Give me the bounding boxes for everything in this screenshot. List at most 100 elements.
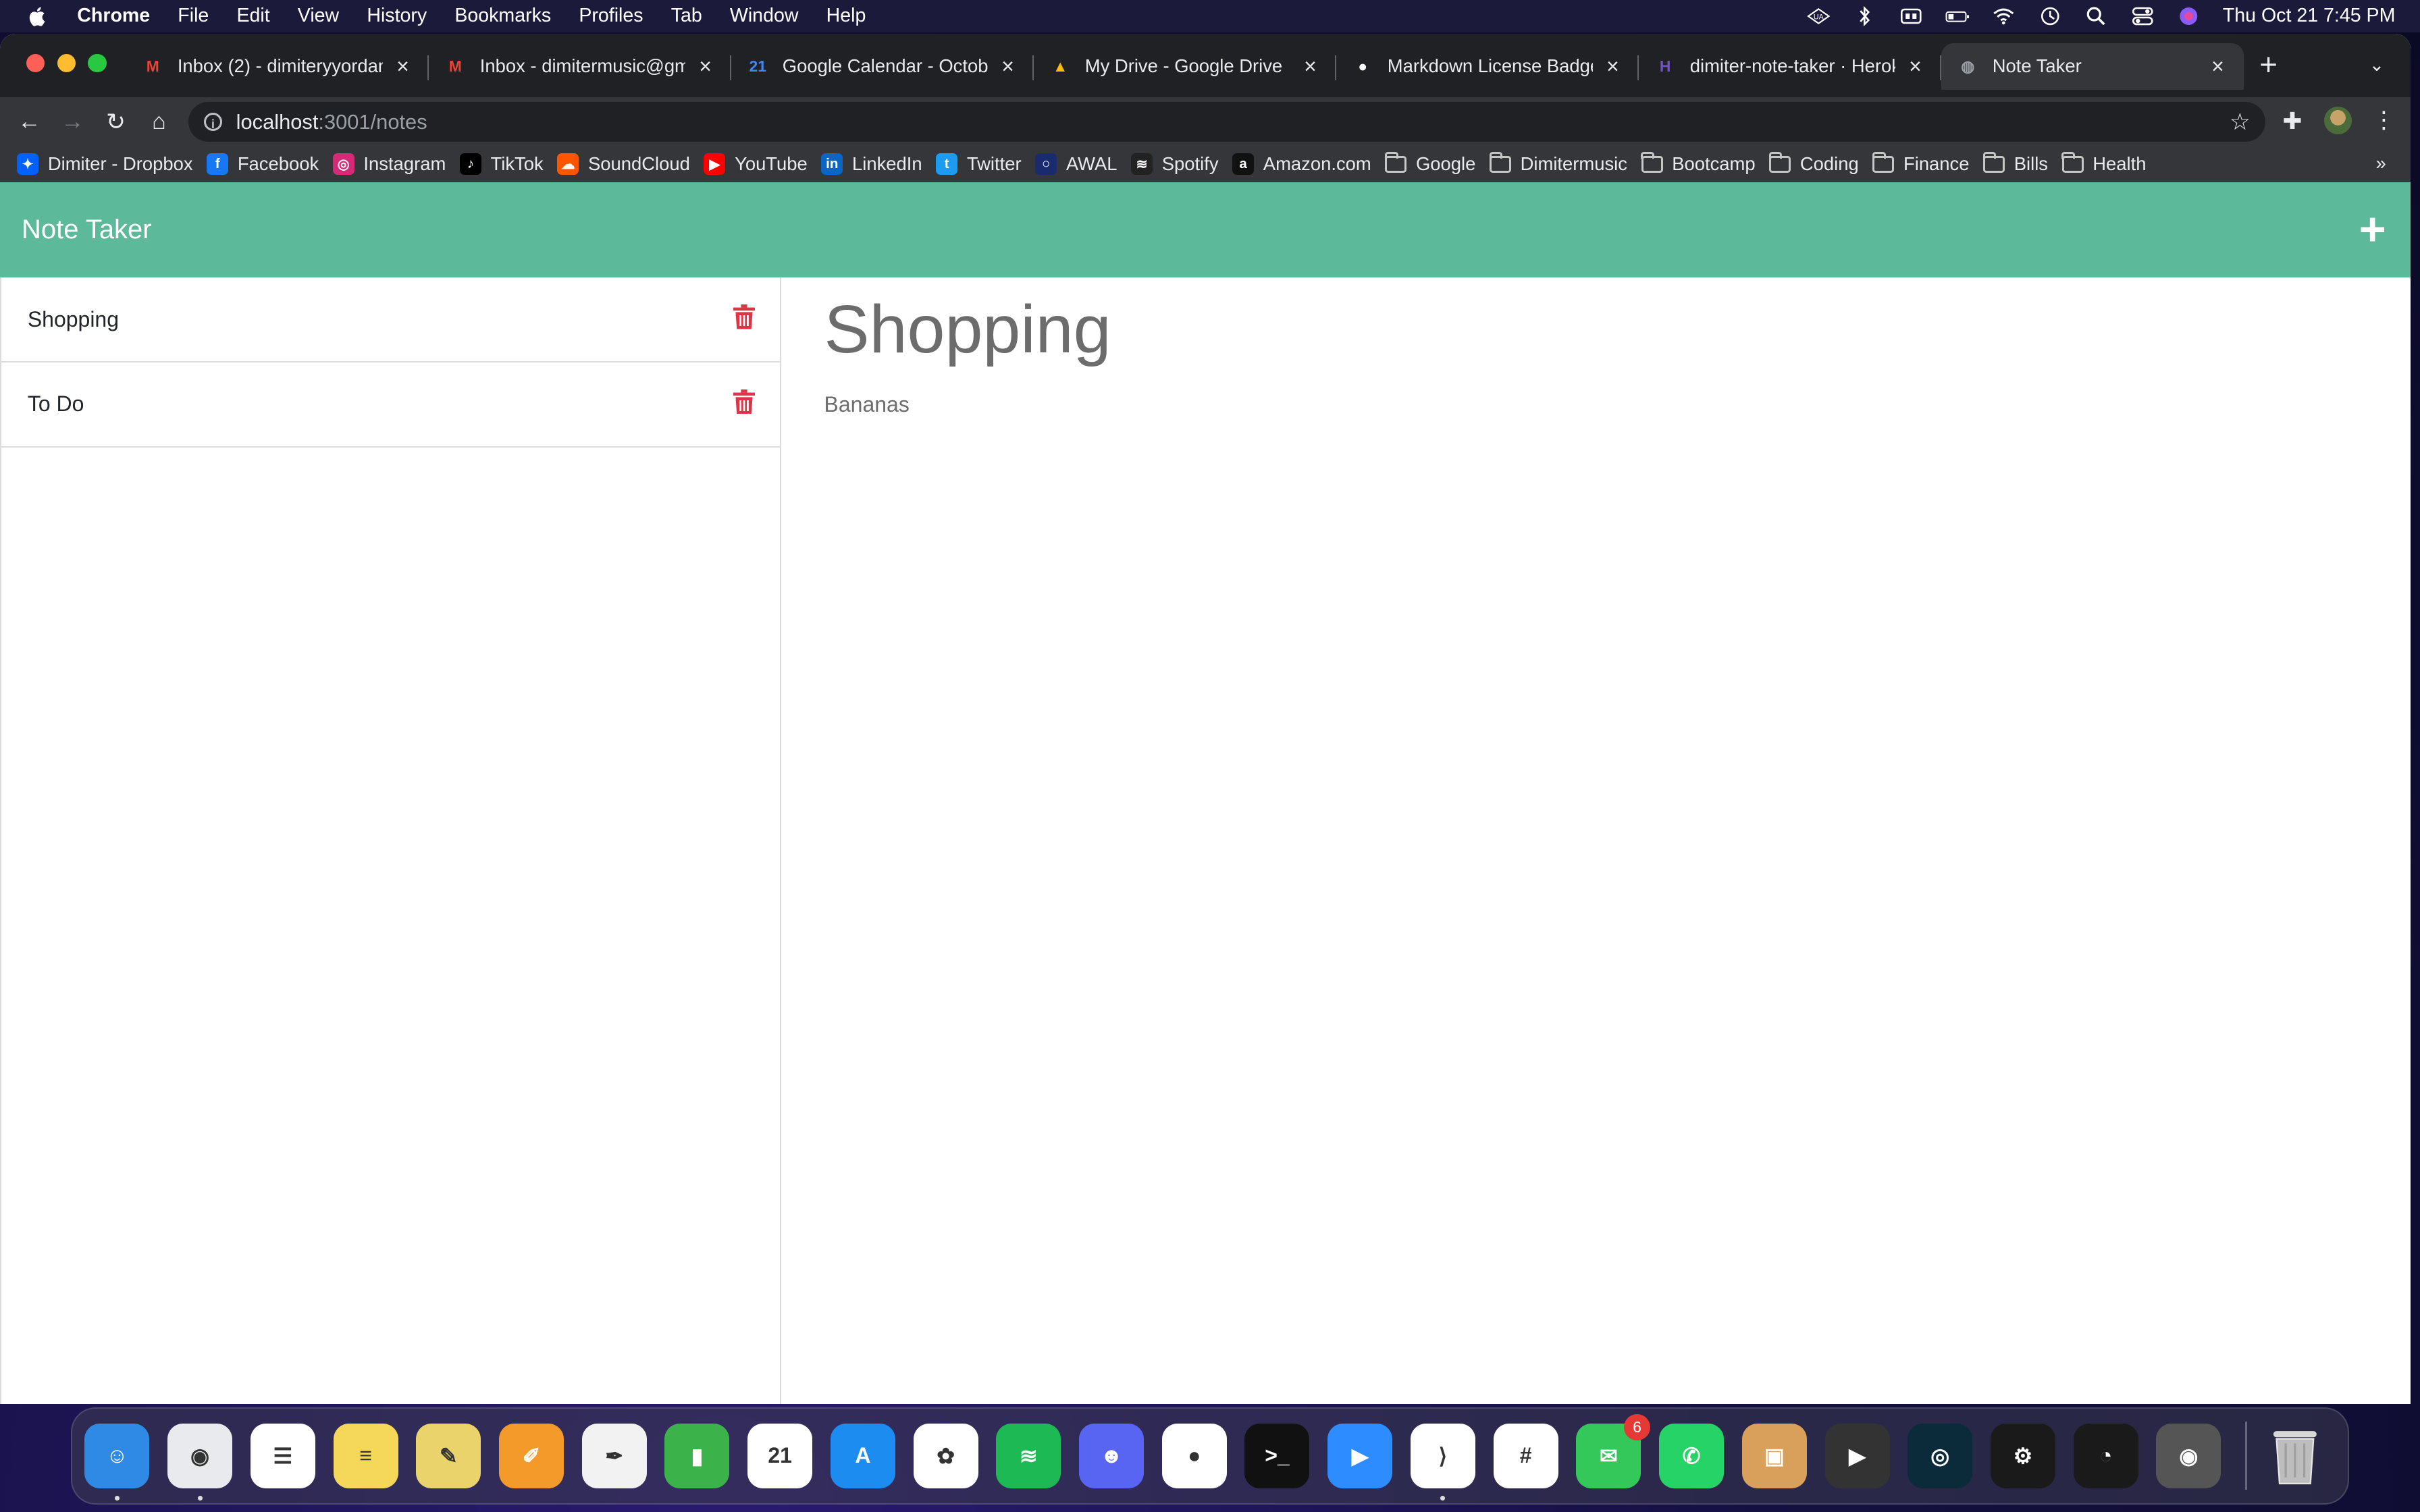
zoom-icon[interactable]: ▶	[1327, 1423, 1393, 1488]
discord-icon[interactable]: ☻	[1079, 1423, 1145, 1488]
app-title[interactable]: Note Taker	[22, 215, 152, 245]
bookmark-item[interactable]: ☁ SoundCloud	[557, 153, 690, 176]
battery-icon[interactable]	[1945, 5, 1970, 27]
site-info-icon[interactable]: i	[203, 112, 223, 132]
bookmark-folder[interactable]: Health	[2061, 151, 2146, 175]
keyboard-icon[interactable]	[1899, 5, 1924, 27]
apple-icon[interactable]	[25, 4, 50, 29]
browser-tab[interactable]: ● Markdown License Badges f ×	[1336, 43, 1639, 90]
notes-icon[interactable]: ≡	[333, 1423, 398, 1488]
menu-help[interactable]: Help	[826, 5, 866, 27]
browser-tab[interactable]: M Inbox (2) - dimiteryyordanov ×	[126, 43, 429, 90]
time-machine-icon[interactable]	[2038, 5, 2063, 27]
browser-tab[interactable]: ◍ Note Taker ×	[1941, 43, 2244, 90]
forward-arrow-icon[interactable]: →	[59, 108, 86, 136]
bookmark-item[interactable]: in LinkedIn	[821, 153, 922, 176]
minimize-window-button[interactable]	[57, 53, 76, 73]
numbers-icon[interactable]: ▮	[664, 1423, 730, 1488]
browser-tab[interactable]: Hdimiter-note-taker · Heroku ×	[1639, 43, 1942, 90]
preview-icon[interactable]: ▣	[1741, 1423, 1807, 1488]
more-menu-icon[interactable]: ⋮	[2372, 107, 2395, 134]
new-tab-button[interactable]: +	[2259, 49, 2278, 80]
note-list-item[interactable]: To Do	[1, 362, 780, 448]
trash-icon[interactable]	[2262, 1424, 2327, 1488]
browser-tab[interactable]: 21 Google Calendar - October ×	[731, 43, 1034, 90]
extensions-puzzle-icon[interactable]: ✚	[2283, 108, 2303, 135]
control-center-icon[interactable]	[2130, 5, 2155, 27]
menu-edit[interactable]: Edit	[236, 5, 269, 27]
tab-close-icon[interactable]: ×	[1300, 55, 1321, 77]
menu-file[interactable]: File	[178, 5, 209, 27]
wifi-icon[interactable]	[1991, 5, 2016, 27]
tab-close-icon[interactable]: ×	[1905, 55, 1926, 77]
menubar-clock[interactable]: Thu Oct 21 7:45 PM	[2223, 5, 2396, 27]
menu-window[interactable]: Window	[730, 5, 799, 27]
bookmark-folder[interactable]: Google	[1384, 151, 1475, 175]
vscode-icon[interactable]: ⟩	[1410, 1423, 1475, 1501]
whatsapp-icon[interactable]: ✆	[1659, 1423, 1725, 1488]
ua-meter-icon[interactable]: ◔	[2073, 1423, 2138, 1488]
app-store-icon[interactable]: A	[830, 1423, 895, 1488]
bookmark-item[interactable]: ≋ Spotify	[1131, 153, 1219, 176]
terminal-icon[interactable]: >_	[1244, 1423, 1310, 1488]
moon-app-icon[interactable]: ●	[1161, 1423, 1227, 1488]
more-bookmarks-icon[interactable]: »	[2375, 153, 2386, 174]
menu-view[interactable]: View	[298, 5, 339, 27]
final-cut-icon[interactable]: ▶	[1824, 1423, 1890, 1488]
reminders-icon[interactable]: ☰	[250, 1423, 315, 1488]
bookmark-item[interactable]: ○ AWAL	[1035, 153, 1117, 176]
tab-close-icon[interactable]: ×	[1602, 55, 1624, 77]
note-list-item[interactable]: Shopping	[1, 277, 780, 363]
home-icon[interactable]: ⌂	[145, 108, 173, 136]
browser-tab[interactable]: ▲ My Drive - Google Drive ×	[1034, 43, 1337, 90]
bookmark-item[interactable]: f Facebook	[207, 153, 319, 176]
note-title-input[interactable]: Shopping	[824, 292, 2368, 367]
finder-icon[interactable]: ☺	[84, 1423, 150, 1501]
bookmark-item[interactable]: ✦ Dimiter - Dropbox	[17, 153, 193, 176]
bookmark-folder[interactable]: Bootcamp	[1641, 151, 1756, 175]
zoom-window-button[interactable]	[88, 53, 107, 73]
note-text-area[interactable]: Bananas	[824, 392, 2368, 417]
profile-avatar[interactable]	[2324, 106, 2352, 134]
back-arrow-icon[interactable]: ←	[16, 108, 43, 136]
bookmark-item[interactable]: a Amazon.com	[1232, 153, 1371, 176]
textedit-icon[interactable]: ✒	[581, 1423, 647, 1488]
calendar-icon[interactable]: 21	[747, 1423, 813, 1488]
delete-note-trash-icon[interactable]	[733, 304, 755, 335]
bookmark-folder[interactable]: Bills	[1982, 151, 2048, 175]
spotify-icon[interactable]: ≋	[996, 1423, 1061, 1488]
tab-close-icon[interactable]: ×	[695, 55, 716, 77]
menu-bookmarks[interactable]: Bookmarks	[454, 5, 551, 27]
new-note-plus-icon[interactable]: +	[2359, 206, 2386, 253]
close-window-button[interactable]	[26, 53, 45, 73]
menu-history[interactable]: History	[367, 5, 427, 27]
menu-tab[interactable]: Tab	[671, 5, 702, 27]
tab-search-icon[interactable]: ⌄	[2369, 54, 2385, 76]
bookmark-item[interactable]: t Twitter	[936, 153, 1022, 176]
bookmark-folder[interactable]: Dimitermusic	[1489, 151, 1627, 175]
menu-profiles[interactable]: Profiles	[579, 5, 643, 27]
address-bar[interactable]: i localhost:3001/notes ☆	[188, 101, 2266, 142]
slack-icon[interactable]: #	[1493, 1423, 1558, 1488]
tab-close-icon[interactable]: ×	[2207, 55, 2228, 77]
spotlight-search-icon[interactable]	[2084, 5, 2109, 27]
browser-tab[interactable]: M Inbox - dimitermusic@gmail ×	[429, 43, 732, 90]
pages-icon[interactable]: ✐	[499, 1423, 564, 1488]
siri-icon[interactable]	[2176, 5, 2201, 27]
bluetooth-icon[interactable]	[1852, 5, 1877, 27]
bookmark-item[interactable]: ▶ YouTube	[704, 153, 808, 176]
bookmark-folder[interactable]: Finance	[1872, 151, 1970, 175]
tab-close-icon[interactable]: ×	[997, 55, 1019, 77]
messages-icon[interactable]: ✉ 6	[1576, 1413, 1651, 1488]
waveform-app-icon[interactable]: ◎	[1908, 1423, 1973, 1488]
bookmark-item[interactable]: ♪ TikTok	[459, 153, 544, 176]
delete-note-trash-icon[interactable]	[733, 389, 755, 420]
ua-status-icon[interactable]: UA	[1806, 5, 1831, 27]
stickies-icon[interactable]: ✎	[416, 1423, 481, 1488]
tab-close-icon[interactable]: ×	[392, 55, 414, 77]
menu-app-name[interactable]: Chrome	[77, 5, 150, 27]
reload-icon[interactable]: ↻	[102, 108, 130, 136]
bookmark-star-icon[interactable]: ☆	[2230, 109, 2251, 136]
bookmark-folder[interactable]: Coding	[1768, 151, 1859, 175]
chrome-icon[interactable]: ◉	[167, 1423, 233, 1501]
